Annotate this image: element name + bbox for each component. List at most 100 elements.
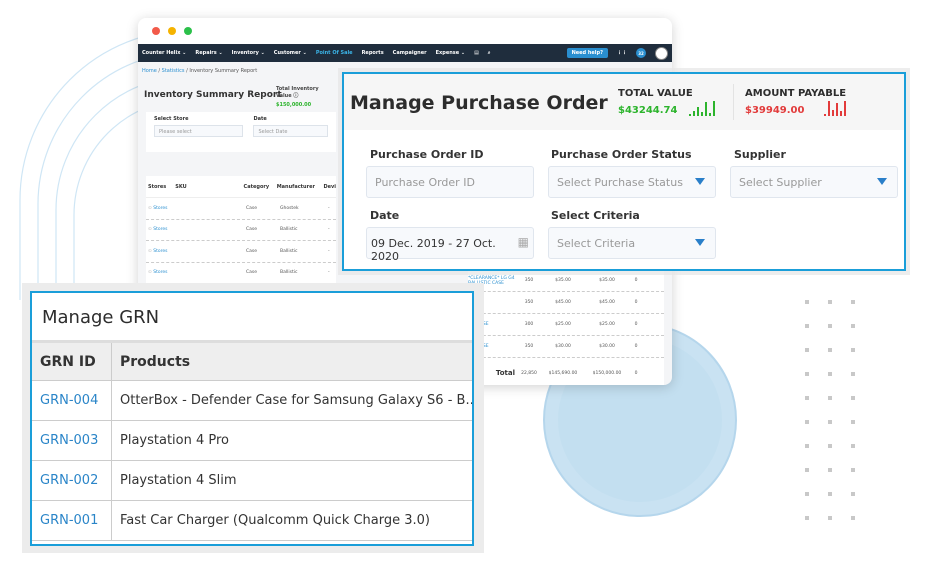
decorative-dot — [851, 372, 855, 376]
decorative-dot — [805, 396, 809, 400]
decorative-dot — [828, 324, 832, 328]
product-cell: Playstation 4 Slim — [120, 473, 237, 488]
keyboard-icon[interactable]: ▤ — [474, 50, 479, 56]
col-stores: Stores — [148, 183, 167, 190]
grn-row: GRN-002 Playstation 4 Slim — [32, 461, 472, 501]
notification-badge[interactable]: 32 — [636, 48, 646, 58]
need-help-button[interactable]: Need help? — [566, 48, 608, 58]
table-row: TIC CASE 300 $25.00 $25.00 0 — [468, 314, 664, 336]
store-cell[interactable]: ⊙ Stores — [146, 249, 176, 254]
table-row: *CLEARANCE* LG G4 BALLISTIC CASE 350 $35… — [468, 270, 664, 292]
category-cell: Case — [246, 227, 258, 233]
po-id-label: Purchase Order ID — [370, 148, 484, 161]
store-cell[interactable]: ⊙ Stores — [146, 227, 176, 232]
store-link[interactable]: Stores — [153, 206, 167, 211]
top-nav: Counter Helix ⌄ Repairs ⌄ Inventory ⌄ Cu… — [138, 44, 672, 62]
nav-item[interactable]: Campaigner — [393, 50, 427, 56]
divider — [733, 84, 734, 120]
col-manufacturer: Manufacturer — [276, 183, 315, 190]
manufacturer-cell: Ghostek — [280, 205, 299, 211]
manage-grn-card: Manage GRN GRN ID Products GRN-004 Otter… — [30, 291, 474, 546]
cost-cell: $25.00 — [555, 322, 571, 327]
total-value-stat: TOTAL VALUE $43244.74 — [618, 88, 716, 116]
decorative-dot — [828, 396, 832, 400]
stat-label: Total Inventory Value ⓘ — [276, 86, 319, 99]
info-icon: ⊙ — [148, 227, 152, 233]
decorative-dot — [828, 372, 832, 376]
store-link[interactable]: Stores — [153, 249, 167, 254]
value-cell: $25.00 — [599, 322, 615, 327]
green-bar-chart-icon — [689, 100, 716, 116]
store-select[interactable]: Please select — [154, 125, 244, 137]
nav-item[interactable]: Counter Helix ⌄ — [142, 50, 186, 56]
manufacturer-cell: Ballistic — [280, 227, 298, 233]
calendar-icon[interactable]: ▦ — [518, 235, 529, 249]
other-cell: 0 — [634, 300, 638, 305]
decorative-dot — [828, 420, 832, 424]
grn-id-link[interactable]: GRN-001 — [40, 513, 98, 528]
search-icon[interactable]: ⌕ — [488, 50, 491, 56]
avatar[interactable] — [655, 46, 668, 60]
po-id-input[interactable]: Purchase Order ID — [366, 166, 534, 198]
total-row: Total 22,850 $145,690.00 $150,000.00 0 — [468, 358, 664, 385]
nav-item[interactable]: Reports — [362, 50, 384, 56]
grn-id-link[interactable]: GRN-004 — [40, 393, 98, 408]
decorative-dot — [851, 324, 855, 328]
breadcrumb-home[interactable]: Home — [142, 68, 157, 74]
cost-cell: $45.00 — [555, 300, 571, 305]
total-qty: 22,850 — [521, 370, 537, 376]
grn-row: GRN-004 OtterBox - Defender Case for Sam… — [32, 381, 472, 421]
nav-item[interactable]: Expense ⌄ — [436, 50, 465, 56]
category-cell: Case — [246, 270, 258, 276]
close-dot[interactable] — [152, 27, 160, 35]
grn-title: Manage GRN — [32, 293, 472, 341]
nav-item-active[interactable]: Point Of Sale — [316, 50, 353, 56]
decorative-dot — [851, 468, 855, 472]
col-sku: SKU — [175, 183, 187, 190]
breadcrumb-statistics[interactable]: Statistics — [162, 68, 185, 74]
minimize-dot[interactable] — [168, 27, 176, 35]
category-cell: Case — [246, 248, 258, 254]
decorative-dot — [828, 468, 832, 472]
filters: Select Store Please select Date Select D… — [146, 112, 336, 152]
grn-id-link[interactable]: GRN-003 — [40, 433, 98, 448]
other-cell: 0 — [634, 344, 638, 349]
total-value: $43244.74 — [618, 105, 678, 116]
total-value: $150,000.00 — [592, 370, 622, 376]
device-cell: - — [328, 248, 330, 254]
total-other: 0 — [634, 370, 638, 376]
supplier-label: Supplier — [734, 148, 786, 161]
device-cell: - — [328, 227, 330, 233]
apps-grid-icon[interactable]: ⋮⋮ — [617, 50, 627, 56]
payable-value: $39949.00 — [745, 105, 805, 116]
grn-id-link[interactable]: GRN-002 — [40, 473, 98, 488]
nav-item[interactable]: Repairs ⌄ — [195, 50, 222, 56]
manufacturer-cell: Ballistic — [280, 270, 298, 276]
store-link[interactable]: Stores — [153, 270, 167, 275]
store-cell[interactable]: ⊙ Stores — [146, 206, 176, 211]
info-icon: ⊙ — [148, 248, 152, 254]
decorative-dot — [851, 492, 855, 496]
cost-cell: $35.00 — [555, 278, 571, 283]
maximize-dot[interactable] — [184, 27, 192, 35]
grn-row: GRN-001 Fast Car Charger (Qualcomm Quick… — [32, 501, 472, 541]
nav-item[interactable]: Inventory ⌄ — [232, 50, 265, 56]
po-status-select[interactable]: Select Purchase Status — [548, 166, 716, 198]
other-cell: 0 — [634, 322, 638, 327]
store-link[interactable]: Stores — [153, 227, 167, 232]
qty-cell: 350 — [524, 344, 534, 349]
grn-row: GRN-003 Playstation 4 Pro — [32, 421, 472, 461]
criteria-select[interactable]: Select Criteria — [548, 227, 716, 259]
col-category: Category — [243, 183, 270, 190]
date-select[interactable]: Select Date — [253, 125, 328, 137]
date-range-input[interactable]: 09 Dec. 2019 - 27 Oct. 2020 ▦ — [366, 227, 534, 263]
supplier-select[interactable]: Select Supplier — [730, 166, 898, 198]
manage-purchase-order-card: Manage Purchase Order TOTAL VALUE $43244… — [342, 72, 906, 271]
table-row: 350 $45.00 $45.00 0 — [468, 292, 664, 314]
store-cell[interactable]: ⊙ Stores — [146, 270, 176, 275]
nav-item[interactable]: Customer ⌄ — [274, 50, 307, 56]
col-grn-id: GRN ID — [32, 343, 112, 380]
decorative-dot — [805, 468, 809, 472]
criteria-placeholder: Select Criteria — [557, 237, 636, 250]
caret-down-icon — [877, 178, 887, 185]
